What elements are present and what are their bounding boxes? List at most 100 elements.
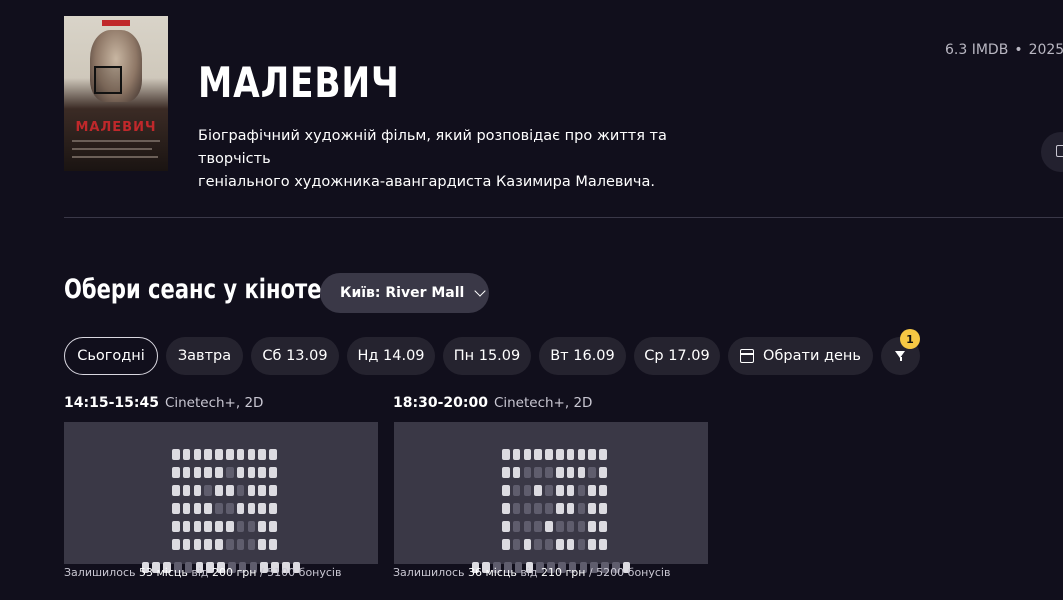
seat [556,503,564,514]
movie-description-line: геніального художника-авангардиста Казим… [198,174,655,190]
seat [226,485,234,496]
date-chip-mon[interactable]: Пн 15.09 [443,337,531,375]
seat [182,467,191,478]
seat [215,467,223,478]
movie-title: МАЛЕВИЧ [198,58,400,107]
availability-label: Залишилось [393,566,465,579]
seat [566,521,575,532]
date-chip-tue[interactable]: Вт 16.09 [539,337,626,375]
seat [182,521,191,532]
movie-description: Біографічний художній фільм, який розпов… [198,125,738,194]
seat [269,539,277,550]
cinema-select-label: Київ: River Mall [340,285,465,301]
seat [523,449,532,460]
seat [193,449,202,460]
seat [577,449,586,460]
seat [182,503,191,514]
seats-left: 53 місць [138,566,188,579]
session-header[interactable]: 14:15-15:45 Cinetech+, 2D [64,395,263,411]
poster-square-icon [94,66,122,94]
seat [556,539,564,550]
seat [204,467,212,478]
seat [236,521,245,532]
session-time: 14:15-15:45 [64,395,159,411]
cinema-select[interactable]: Київ: River Mall [320,273,489,313]
seat-map[interactable] [64,422,378,573]
seat [269,521,277,532]
seat [182,485,191,496]
seat [172,467,180,478]
seat [269,449,277,460]
seat [204,539,212,550]
seat [247,539,256,550]
seat [577,467,586,478]
seats-left: 36 місць [467,566,517,579]
seat [172,539,180,550]
seat [512,503,521,514]
seat [545,503,553,514]
seat [258,449,266,460]
date-chip-sun[interactable]: Нд 14.09 [347,337,435,375]
calendar-icon [740,349,755,363]
meta-separator: • [1014,42,1023,58]
date-chip-sat[interactable]: Сб 13.09 [251,337,339,375]
seat [512,449,521,460]
seat [588,467,596,478]
seat [204,449,212,460]
seat [269,485,277,496]
seat [215,485,223,496]
seat [172,521,180,532]
seat [215,521,223,532]
date-chip-label: Нд 14.09 [357,348,425,364]
date-chip-tomorrow[interactable]: Завтра [166,337,243,375]
session-header[interactable]: 18:30-20:00 Cinetech+, 2D [393,395,592,411]
seat [182,449,191,460]
seat [512,485,521,496]
calendar-side-button[interactable] [1041,132,1063,172]
seat [226,449,234,460]
movie-year: 2025 [1028,42,1063,58]
session-availability: Залишилось 36 місць від 210 грн / 5200 б… [393,566,670,579]
seat [269,467,277,478]
seat [204,485,212,496]
filter-icon-stem [899,357,902,361]
seat [566,467,575,478]
seat [204,521,212,532]
seat [502,521,510,532]
date-chip-wed[interactable]: Ср 17.09 [634,337,720,375]
seat [545,467,553,478]
seat [172,449,180,460]
seat [577,521,586,532]
seat [182,539,191,550]
price-label: від [191,566,209,579]
chevron-down-icon [474,284,487,297]
session-availability: Залишилось 53 місць від 200 грн / 5100 б… [64,566,341,579]
seat [588,449,596,460]
seat [599,485,607,496]
seat [599,449,607,460]
seat-map[interactable] [394,422,708,573]
header-divider [64,217,1063,218]
poster-text-line [72,140,160,142]
seat [534,521,542,532]
seat [523,467,532,478]
seat [599,467,607,478]
seat [577,485,586,496]
seat [226,467,234,478]
date-chip-today[interactable]: Сьогодні [64,337,158,375]
seat [502,503,510,514]
seat [258,503,266,514]
seat [502,485,510,496]
session-bonus: / 5100 бонусів [259,566,342,579]
seat [215,539,223,550]
date-chip-label: Сб 13.09 [262,348,328,364]
poster-title: МАЛЕВИЧ [75,120,157,135]
calendar-icon [1056,145,1063,157]
seat [566,503,575,514]
seat [193,503,202,514]
session-price: 210 грн [541,566,586,579]
seat [172,485,180,496]
seat [502,539,510,550]
pick-day-button[interactable]: Обрати день [728,337,873,375]
seat [258,521,266,532]
